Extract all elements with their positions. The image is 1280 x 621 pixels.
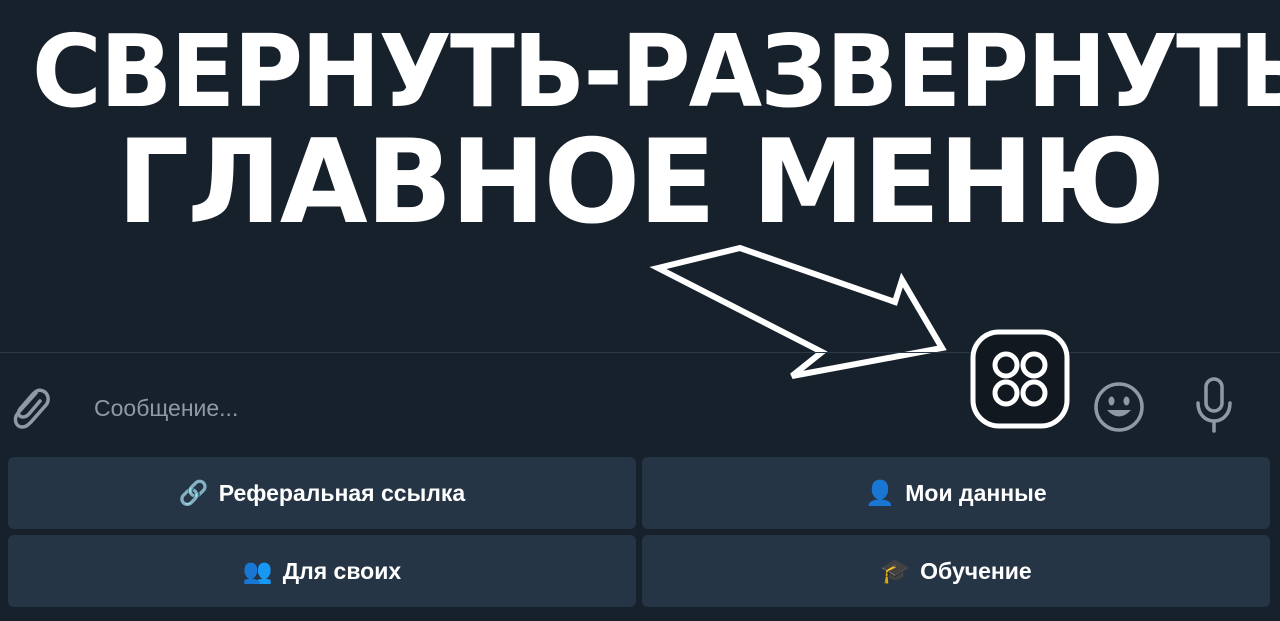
graduation-cap-icon: 🎓 xyxy=(880,557,911,585)
paperclip-icon[interactable] xyxy=(6,381,54,433)
smiley-icon[interactable] xyxy=(1092,380,1146,434)
button-label: Реферальная ссылка xyxy=(218,479,466,506)
message-composer xyxy=(0,329,1280,453)
microphone-icon[interactable] xyxy=(1190,375,1238,435)
for-friends-button[interactable]: 👥 Для своих xyxy=(8,535,636,607)
reply-keyboard: 🔗 Реферальная ссылка 👤 Мои данные 👥 Для … xyxy=(8,457,1270,607)
my-data-button[interactable]: 👤 Мои данные xyxy=(642,457,1270,529)
bot-menu-button[interactable] xyxy=(970,329,1070,429)
button-label: Мои данные xyxy=(905,479,1047,506)
link-icon: 🔗 xyxy=(178,479,209,507)
headline-line-1: СВЕРНУТЬ-РАЗВЕРНУТЬ xyxy=(32,13,1280,130)
user-icon: 👤 xyxy=(865,479,896,507)
headline-line-2: ГЛАВНОЕ МЕНЮ xyxy=(116,115,1165,250)
referral-link-button[interactable]: 🔗 Реферальная ссылка xyxy=(8,457,636,529)
message-input[interactable] xyxy=(92,387,796,429)
users-icon: 👥 xyxy=(242,557,273,585)
button-label: Для своих xyxy=(282,557,402,584)
button-label: Обучение xyxy=(920,557,1032,584)
education-button[interactable]: 🎓 Обучение xyxy=(642,535,1270,607)
